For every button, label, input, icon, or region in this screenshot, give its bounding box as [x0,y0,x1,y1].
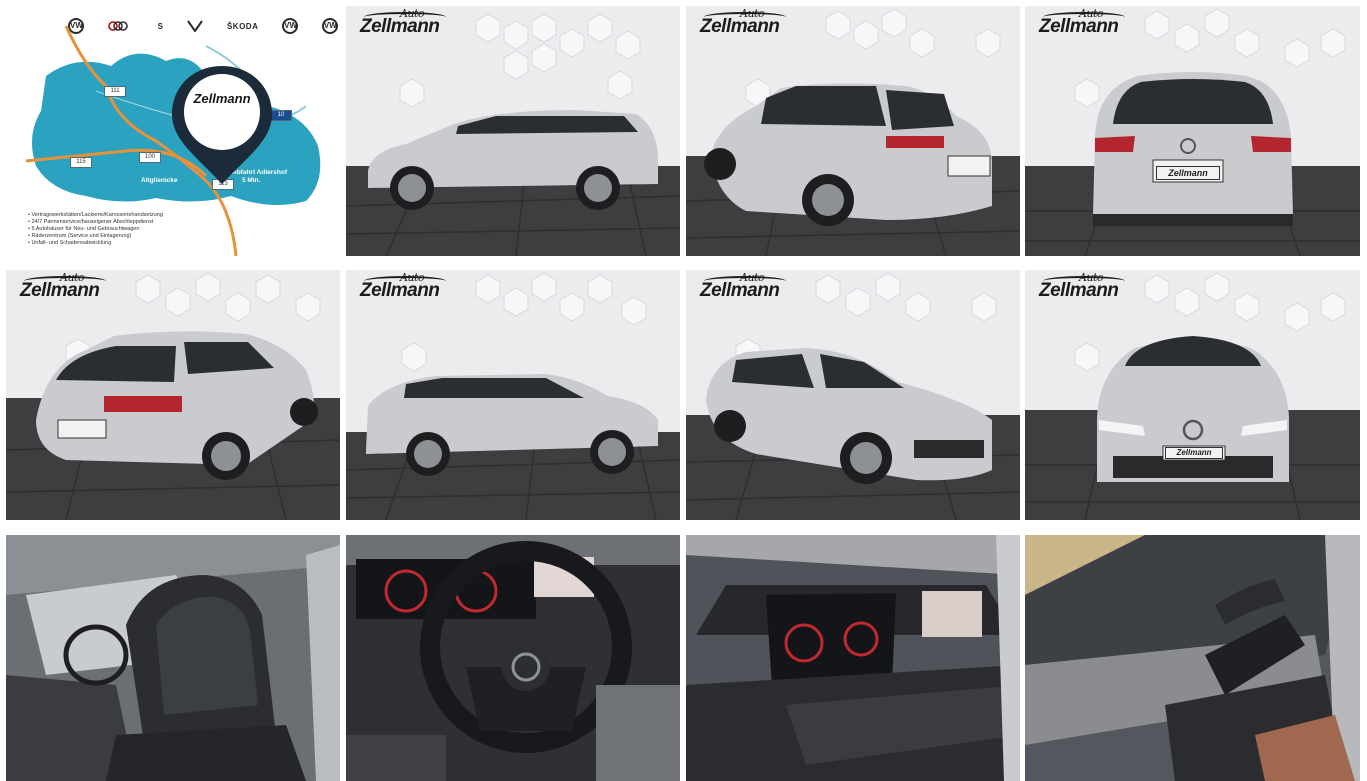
dealer-logo: Auto Zellmann [360,271,446,302]
car-side-left-image [346,6,680,256]
photo-interior-seats[interactable] [6,535,340,781]
photo-rear-three-quarter-left[interactable]: Auto Zellmann [6,270,340,520]
photo-digital-cockpit[interactable] [686,535,1020,781]
dealer-logo: Auto Zellmann [360,7,446,38]
photo-steering-wheel[interactable] [346,535,680,781]
dealer-logo: Auto Zellmann [700,7,786,38]
steering-wheel-image [346,535,680,781]
photo-front-three-quarter[interactable]: Auto Zellmann [686,270,1020,520]
car-rear-image [1025,6,1360,256]
dealer-logo: Auto Zellmann [700,271,786,302]
photo-side-right[interactable]: Auto Zellmann [346,270,680,520]
photo-door-panel[interactable] [1025,535,1360,781]
license-plate: Zellmann [1156,166,1220,180]
photo-rear-three-quarter-right[interactable]: Auto Zellmann [686,6,1020,256]
car-side-right-image [346,270,680,520]
dealer-logo: Auto Zellmann [1039,271,1125,302]
license-plate: Zellmann [1165,447,1223,459]
dealer-logo: Auto Zellmann [1039,7,1125,38]
service-item: • Unfall- und Schadensabwicklung [28,240,112,246]
car-rear-right-image [686,6,1020,256]
photo-rear[interactable]: Auto Zellmann Zellmann [1025,6,1360,256]
digital-cockpit-image [686,535,1020,781]
door-panel-image [1025,535,1360,781]
service-item: • Räderzentrum (Service und Einlagerung) [28,233,132,239]
service-item: • 5 Autohäuser für Neu- und Gebrauchtwag… [28,226,140,232]
photo-front[interactable]: Auto Zellmann Zellmann [1025,270,1360,520]
dealer-logo: Auto Zellmann [20,271,106,302]
service-item: • 24/7 Pannenservice/hauseigener Abschle… [28,219,154,225]
car-front-image [1025,270,1360,520]
service-item: • Vertragswerkstätten/Lackierei/Karosser… [28,212,163,218]
interior-seats-image [6,535,340,781]
car-rear-left-image [6,270,340,520]
pin-brand-name: Zellmann [193,91,251,106]
photo-side-left[interactable]: Auto Zellmann [346,6,680,256]
car-front-left-image [686,270,1020,520]
services-list: • Vertragswerkstätten/Lackierei/Karosser… [28,212,163,247]
photo-map[interactable]: VW S ŠKODA VW VW 111 100 115 113 10 Altg… [6,6,340,256]
photo-gallery: VW S ŠKODA VW VW 111 100 115 113 10 Altg… [0,0,1367,781]
